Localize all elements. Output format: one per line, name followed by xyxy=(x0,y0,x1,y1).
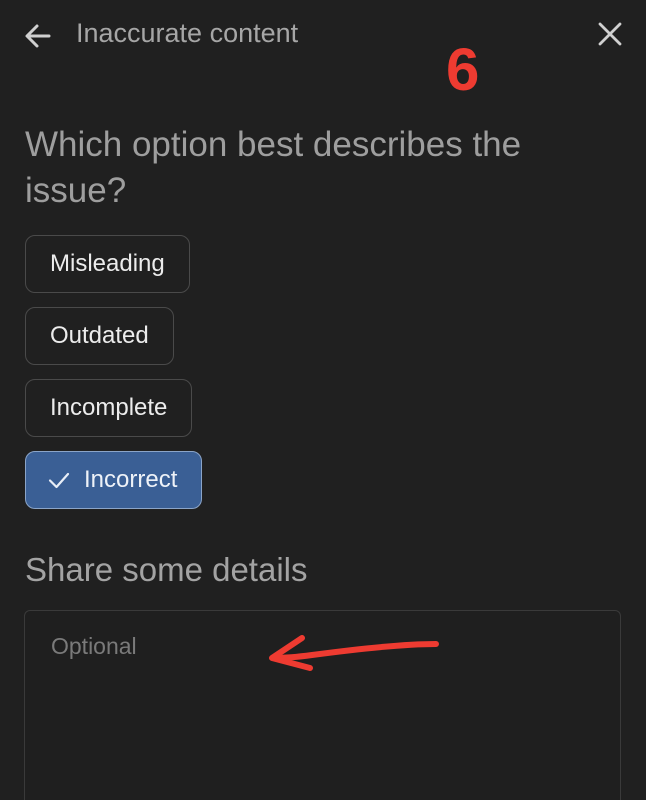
close-icon xyxy=(598,22,622,46)
arrow-left-icon xyxy=(25,24,51,48)
step-number-annotation: 6 xyxy=(446,36,480,103)
feedback-screen: Inaccurate content 6 Which option best d… xyxy=(0,0,646,800)
details-textarea[interactable] xyxy=(24,610,621,800)
option-label: Incorrect xyxy=(84,466,178,493)
close-button[interactable] xyxy=(594,18,626,50)
option-label: Incomplete xyxy=(50,394,168,421)
option-outdated[interactable]: Outdated xyxy=(25,307,174,365)
details-section-title: Share some details xyxy=(25,551,308,588)
option-label: Misleading xyxy=(50,250,165,277)
back-button[interactable] xyxy=(22,20,54,52)
option-incorrect[interactable]: Incorrect xyxy=(25,451,203,509)
check-icon xyxy=(48,472,70,489)
option-label: Outdated xyxy=(50,322,149,349)
option-misleading[interactable]: Misleading xyxy=(25,235,190,293)
dialog-title: Inaccurate content xyxy=(76,18,299,48)
option-incomplete[interactable]: Incomplete xyxy=(25,379,193,437)
question-heading: Which option best describes the issue? xyxy=(25,125,522,210)
